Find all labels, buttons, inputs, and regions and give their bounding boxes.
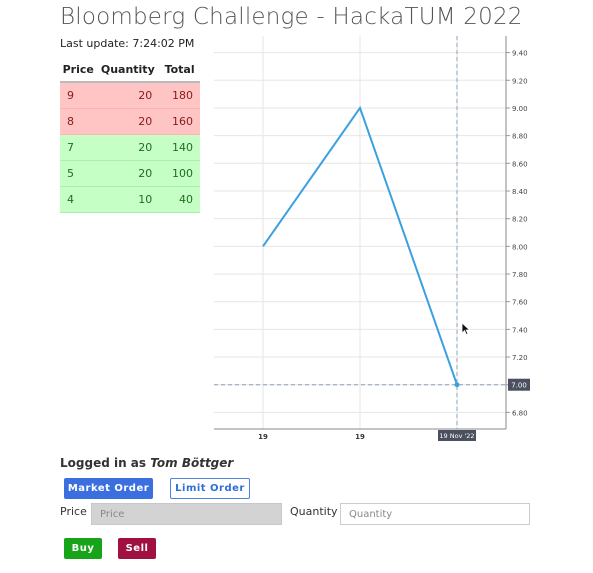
y-tick-label: 8.20 [512, 216, 528, 224]
y-tick-label: 7.80 [512, 271, 528, 279]
bid-row: 5 20 100 [60, 160, 200, 187]
price-chart[interactable]: 6.80 7.00 7.20 7.40 7.60 7.80 8.00 8.20 8.40 8.60… [214, 36, 530, 446]
logged-in-label: Logged in as Tom Böttger [60, 456, 233, 470]
ask-quantity: 20 [96, 108, 160, 135]
order-book-header-row: Price Quantity Total [60, 58, 200, 83]
ask-total: 160 [159, 108, 200, 135]
bid-price: 5 [60, 160, 97, 187]
y-tick-label: 8.40 [512, 188, 528, 196]
ask-total: 180 [159, 82, 200, 109]
page-title: Bloomberg Challenge - HackaTUM 2022 [60, 4, 523, 30]
bid-total: 40 [159, 186, 200, 213]
bid-quantity: 20 [96, 134, 160, 161]
col-header-price: Price [60, 58, 97, 83]
buy-button[interactable]: Buy [64, 538, 102, 559]
bid-quantity: 20 [96, 160, 160, 187]
mouse-cursor-icon [461, 322, 471, 336]
crosshair-x-label: 19 Nov '22 [439, 432, 474, 440]
y-tick-label: 6.80 [512, 409, 528, 417]
y-tick-label: 7.20 [512, 354, 528, 362]
limit-order-button[interactable]: Limit Order [170, 478, 250, 499]
quantity-input[interactable] [340, 503, 530, 525]
y-tick-label: 7.60 [512, 299, 528, 307]
ask-row: 8 20 160 [60, 108, 200, 135]
col-header-quantity: Quantity [96, 58, 160, 83]
last-update: Last update: 7:24:02 PM [60, 37, 195, 50]
ask-row: 9 20 180 [60, 82, 200, 109]
x-tick-label: 19 [355, 433, 365, 441]
bid-price: 7 [60, 134, 97, 161]
ask-quantity: 20 [96, 82, 160, 109]
y-tick-label: 8.60 [512, 160, 528, 168]
bid-total: 140 [159, 134, 200, 161]
sell-button[interactable]: Sell [118, 538, 156, 559]
quantity-label: Quantity [290, 505, 338, 518]
y-tick-label: 8.80 [512, 133, 528, 141]
ask-price: 9 [60, 82, 97, 109]
crosshair-y-label: 7.00 [511, 382, 527, 390]
logged-in-prefix: Logged in as [60, 456, 147, 470]
y-tick-label: 8.00 [512, 243, 528, 251]
y-tick-label: 9.40 [512, 50, 528, 58]
col-header-total: Total [159, 58, 200, 83]
bid-price: 4 [60, 186, 97, 213]
ask-price: 8 [60, 108, 97, 135]
bid-row: 7 20 140 [60, 134, 200, 161]
market-order-button[interactable]: Market Order [64, 478, 153, 499]
bid-quantity: 10 [96, 186, 160, 213]
price-label: Price [60, 505, 87, 518]
data-point [454, 382, 460, 388]
price-input[interactable] [91, 503, 282, 525]
user-name: Tom Böttger [150, 456, 234, 470]
bid-row: 4 10 40 [60, 186, 200, 213]
y-tick-label: 9.00 [512, 105, 528, 113]
bid-total: 100 [159, 160, 200, 187]
x-tick-label: 19 [258, 433, 268, 441]
y-tick-label: 9.20 [512, 77, 528, 85]
order-book-table: Price Quantity Total 9 20 180 8 20 160 7… [60, 58, 200, 213]
y-tick-label: 7.40 [512, 326, 528, 334]
